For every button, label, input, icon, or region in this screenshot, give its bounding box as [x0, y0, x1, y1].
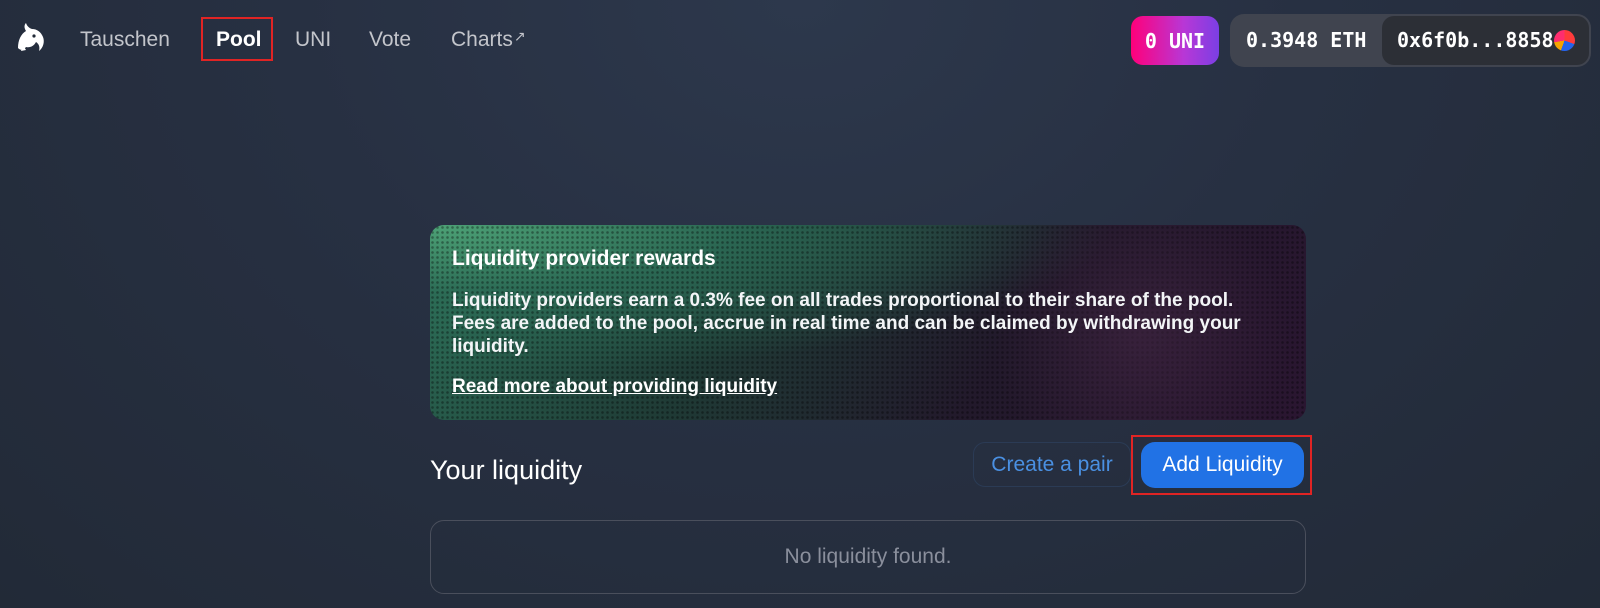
- nav-tauschen-label: Tauschen: [80, 28, 170, 51]
- add-liquidity-label: Add Liquidity: [1162, 453, 1283, 476]
- rewards-description: Liquidity providers earn a 0.3% fee on a…: [452, 290, 1241, 357]
- account-panel[interactable]: 0.3948 ETH 0x6f0b...8858: [1230, 14, 1591, 67]
- uni-balance-label: 0 UNI: [1144, 28, 1206, 53]
- rewards-title: Liquidity provider rewards: [452, 247, 716, 270]
- uniswap-unicorn-logo-icon[interactable]: [12, 20, 48, 56]
- read-more-link[interactable]: Read more about providing liquidity: [452, 376, 777, 398]
- nav-charts-label: Charts: [451, 28, 513, 51]
- add-liquidity-button[interactable]: Add Liquidity: [1141, 442, 1304, 488]
- nav-charts[interactable]: Charts↗: [451, 26, 526, 54]
- avatar: [1554, 30, 1575, 51]
- nav-pool[interactable]: Pool: [201, 17, 273, 61]
- empty-state-text: No liquidity found.: [784, 545, 952, 568]
- nav-uni-label: UNI: [295, 28, 332, 51]
- external-link-icon: ↗: [513, 28, 526, 44]
- uni-balance-button[interactable]: 0 UNI: [1131, 16, 1219, 65]
- your-liquidity-title: Your liquidity: [430, 455, 583, 485]
- nav-pool-label: Pool: [216, 28, 262, 51]
- nav-tauschen[interactable]: Tauschen: [80, 26, 170, 54]
- nav-uni[interactable]: UNI: [295, 26, 331, 54]
- nav-vote-label: Vote: [369, 28, 412, 51]
- nav-vote[interactable]: Vote: [369, 26, 411, 54]
- wallet-address-button[interactable]: 0x6f0b...8858: [1382, 16, 1589, 65]
- wallet-address: 0x6f0b...8858: [1397, 28, 1554, 52]
- liquidity-rewards-card: Liquidity provider rewards Liquidity pro…: [430, 225, 1306, 420]
- eth-balance: 0.3948 ETH: [1246, 28, 1367, 52]
- create-pair-button[interactable]: Create a pair: [973, 442, 1131, 487]
- liquidity-list-empty: No liquidity found.: [430, 520, 1306, 594]
- create-pair-label: Create a pair: [991, 452, 1113, 476]
- top-navigation-bar: Tauschen Pool UNI Vote Charts↗ 0 UNI 0.3…: [0, 0, 1600, 82]
